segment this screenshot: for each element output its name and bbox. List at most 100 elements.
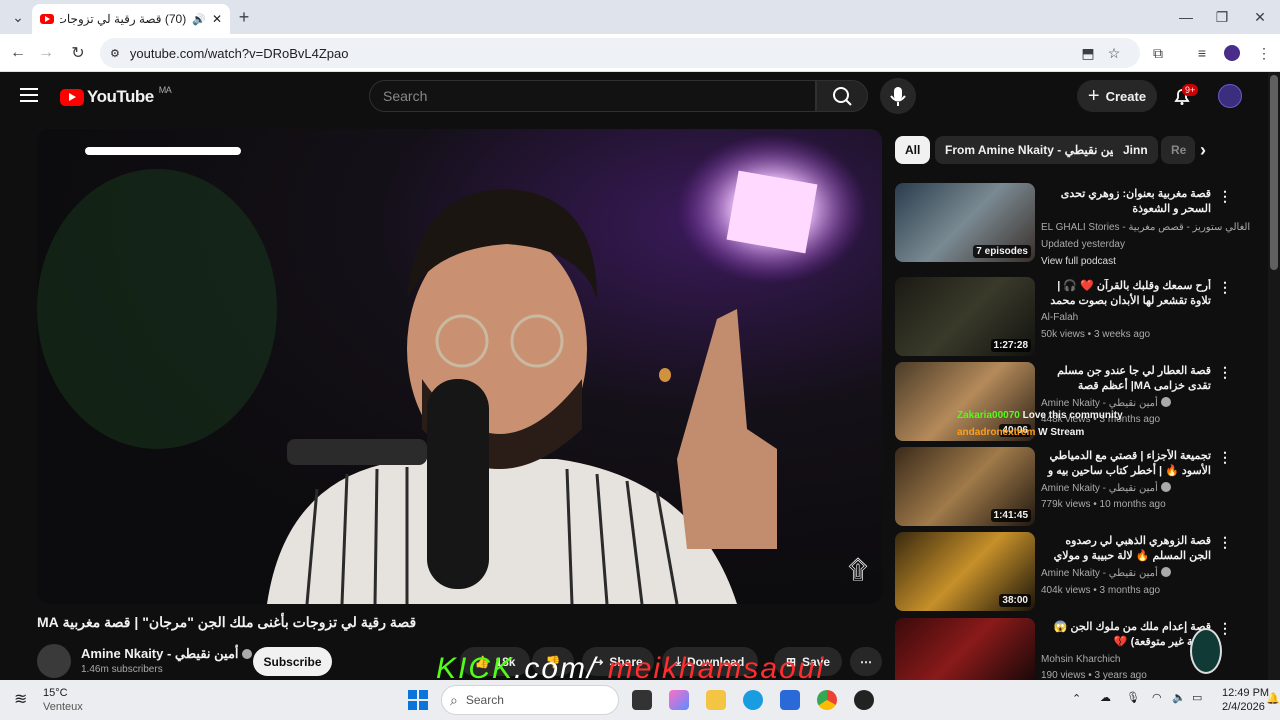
channel-avatar[interactable]: [37, 644, 71, 678]
chip-all[interactable]: All: [895, 136, 931, 164]
install-app-icon[interactable]: ⬒: [1074, 39, 1102, 67]
notification-center-icon[interactable]: 🔔: [1266, 692, 1280, 705]
profile-avatar-icon[interactable]: [1218, 39, 1246, 67]
channel-name-text: Amine Nkaity - أمين نقيطي: [81, 646, 239, 661]
more-vertical-icon[interactable]: ⋮: [1218, 534, 1232, 551]
chat-message: Love this community: [1022, 410, 1123, 421]
reload-icon[interactable]: ↻: [64, 39, 92, 67]
edge-browser-icon[interactable]: [743, 690, 763, 710]
verified-icon: [1160, 567, 1171, 577]
rec-meta: 404k views • 3 months ago: [1041, 585, 1161, 596]
media-control-icon[interactable]: ≡: [1188, 39, 1216, 67]
active-tab[interactable]: (70) قصة رقية لي تزوجات بأغ... 🔊 ✕: [32, 4, 230, 34]
cloud-icon[interactable]: ☁: [1100, 691, 1111, 704]
create-label: Create: [1105, 88, 1147, 104]
tab-search-icon[interactable]: ⌄: [4, 3, 32, 31]
voice-search-button[interactable]: [880, 78, 916, 114]
country-code: MA: [158, 85, 172, 95]
notification-badge: 9+: [1182, 84, 1199, 96]
maximize-button[interactable]: ❐: [1208, 3, 1236, 31]
chevron-right-icon[interactable]: ›: [1200, 140, 1206, 161]
logo-text: YouTube: [87, 87, 154, 106]
more-actions-button[interactable]: ⋯: [850, 647, 882, 676]
minimize-button[interactable]: —: [1172, 3, 1200, 31]
rec-title[interactable]: أرح سمعك وقلبك بالقرآن ❤️ 🎧 | تلاوة تقشع…: [1041, 279, 1211, 309]
new-tab-button[interactable]: +: [230, 3, 258, 31]
search-input[interactable]: Search: [369, 80, 816, 112]
more-vertical-icon[interactable]: ⋮: [1218, 279, 1232, 296]
forward-arrow-icon[interactable]: →: [32, 39, 60, 67]
chrome-taskbar-icon[interactable]: [817, 690, 837, 710]
rec-title[interactable]: قصة مغربية بعنوان: زوهري تحدى السحر و ال…: [1041, 187, 1211, 217]
video-player[interactable]: ۩: [37, 129, 882, 604]
video-title: قصة رقية لي تزوجات بأغنى ملك الجن "مرجان…: [37, 614, 417, 630]
taskbar-search-box[interactable]: ⌕ Search: [441, 685, 619, 715]
rec-meta: 190 views • 3 years ago: [1041, 670, 1147, 680]
duration-badge: 38:00: [999, 594, 1031, 607]
volume-icon[interactable]: 🔈: [1172, 691, 1186, 704]
rec-title[interactable]: قصة الزوهري الذهبي لي رصدوه الجن المسلم …: [1041, 534, 1211, 564]
app-taskbar-icon[interactable]: [854, 690, 874, 710]
clock-time[interactable]: 12:49 PM: [1222, 687, 1269, 699]
account-avatar[interactable]: [1218, 84, 1242, 108]
rec-title[interactable]: قصة إعدام ملك من ملوك الجن 😱 (نهاية غير …: [1041, 620, 1211, 650]
bookmark-star-icon[interactable]: ☆: [1100, 39, 1128, 67]
rec-title[interactable]: قصة العطار لي جا عندو جن مسلم تقدى خزامى…: [1041, 364, 1211, 394]
battery-icon[interactable]: ▭: [1192, 691, 1202, 704]
copilot-icon[interactable]: [669, 690, 689, 710]
browser-tab-bar: ⌄ (70) قصة رقية لي تزوجات بأغ... 🔊 ✕ + —…: [0, 0, 1280, 34]
channel-name[interactable]: Amine Nkaity - أمين نقيطي: [81, 646, 252, 662]
more-vertical-icon[interactable]: ⋮: [1218, 188, 1232, 205]
chip-from-channel[interactable]: From Amine Nkaity - أمين نقيطي: [935, 136, 1134, 164]
close-window-button[interactable]: ✕: [1246, 3, 1274, 31]
episodes-badge: 7 episodes: [973, 245, 1031, 258]
rec-thumbnail[interactable]: 7 episodes: [895, 183, 1035, 262]
back-arrow-icon[interactable]: ←: [4, 39, 32, 67]
tab-title: (70) قصة رقية لي تزوجات بأغ...: [60, 12, 187, 26]
chat-username: andadronextrem: [957, 427, 1036, 438]
rec-channel-text: Amine Nkaity - أمين نقيطي: [1041, 568, 1158, 579]
rec-thumbnail[interactable]: 1:27:28: [895, 277, 1035, 356]
task-view-icon[interactable]: [632, 690, 652, 710]
extensions-icon[interactable]: ⧉: [1144, 39, 1172, 67]
rec-thumbnail[interactable]: 38:00: [895, 532, 1035, 611]
rec-meta: 779k views • 10 months ago: [1041, 499, 1166, 510]
rec-thumbnail[interactable]: [895, 618, 1035, 680]
weather-wind-icon[interactable]: ≋: [14, 689, 27, 709]
more-vertical-icon[interactable]: ⋮: [1218, 364, 1232, 381]
show-hidden-icons-chevron[interactable]: ⌃: [1072, 692, 1081, 705]
microsoft-store-icon[interactable]: [780, 690, 800, 710]
scrollbar-thumb[interactable]: [1270, 75, 1278, 270]
address-bar[interactable]: ⚙ youtube.com/watch?v=DRoBvL4Zpao: [100, 38, 1140, 68]
rec-channel[interactable]: Mohsin Kharchich: [1041, 652, 1120, 668]
windows-start-icon[interactable]: [408, 690, 428, 710]
file-explorer-icon[interactable]: [706, 690, 726, 710]
weather-desc: Venteux: [43, 701, 83, 713]
subscribe-button[interactable]: Subscribe: [253, 647, 332, 676]
youtube-logo[interactable]: YouTube MA: [60, 85, 172, 107]
chip-jinn[interactable]: Jinn: [1113, 136, 1158, 164]
create-button[interactable]: + Create: [1077, 80, 1157, 112]
site-info-icon[interactable]: ⚙: [110, 47, 120, 60]
view-full-podcast-link[interactable]: View full podcast: [1041, 254, 1116, 270]
clock-date[interactable]: 2/4/2026: [1222, 701, 1265, 713]
weather-temp[interactable]: 15°C: [43, 687, 68, 699]
rec-channel[interactable]: EL GHALI Stories - الغالي ستوريز - قصص م…: [1041, 220, 1250, 236]
rec-thumbnail[interactable]: 1:41:45: [895, 447, 1035, 526]
rec-channel[interactable]: Amine Nkaity - أمين نقيطي: [1041, 566, 1171, 582]
more-vertical-icon[interactable]: ⋮: [1218, 620, 1232, 637]
search-button[interactable]: [816, 80, 868, 112]
speaker-icon[interactable]: 🔊: [192, 13, 206, 26]
browser-nav-bar: ← → ↻ ⚙ youtube.com/watch?v=DRoBvL4Zpao …: [0, 34, 1280, 72]
rec-channel[interactable]: Al-Falah: [1041, 310, 1078, 326]
rec-title[interactable]: تجميعة الأجزاء | قصتي مع الدمياطي الأسود…: [1041, 449, 1211, 479]
rec-meta: 50k views • 3 weeks ago: [1041, 329, 1151, 340]
chip-partial[interactable]: Re: [1161, 136, 1195, 164]
tab-close-icon[interactable]: ✕: [212, 12, 222, 26]
hamburger-menu-icon[interactable]: [20, 88, 38, 102]
more-vertical-icon[interactable]: ⋮: [1218, 449, 1232, 466]
chrome-menu-icon[interactable]: ⋮: [1250, 39, 1278, 67]
rec-channel[interactable]: Amine Nkaity - أمين نقيطي: [1041, 481, 1171, 497]
wifi-icon[interactable]: ◠: [1152, 691, 1162, 704]
microphone-tray-icon[interactable]: 🎙: [1126, 691, 1140, 704]
